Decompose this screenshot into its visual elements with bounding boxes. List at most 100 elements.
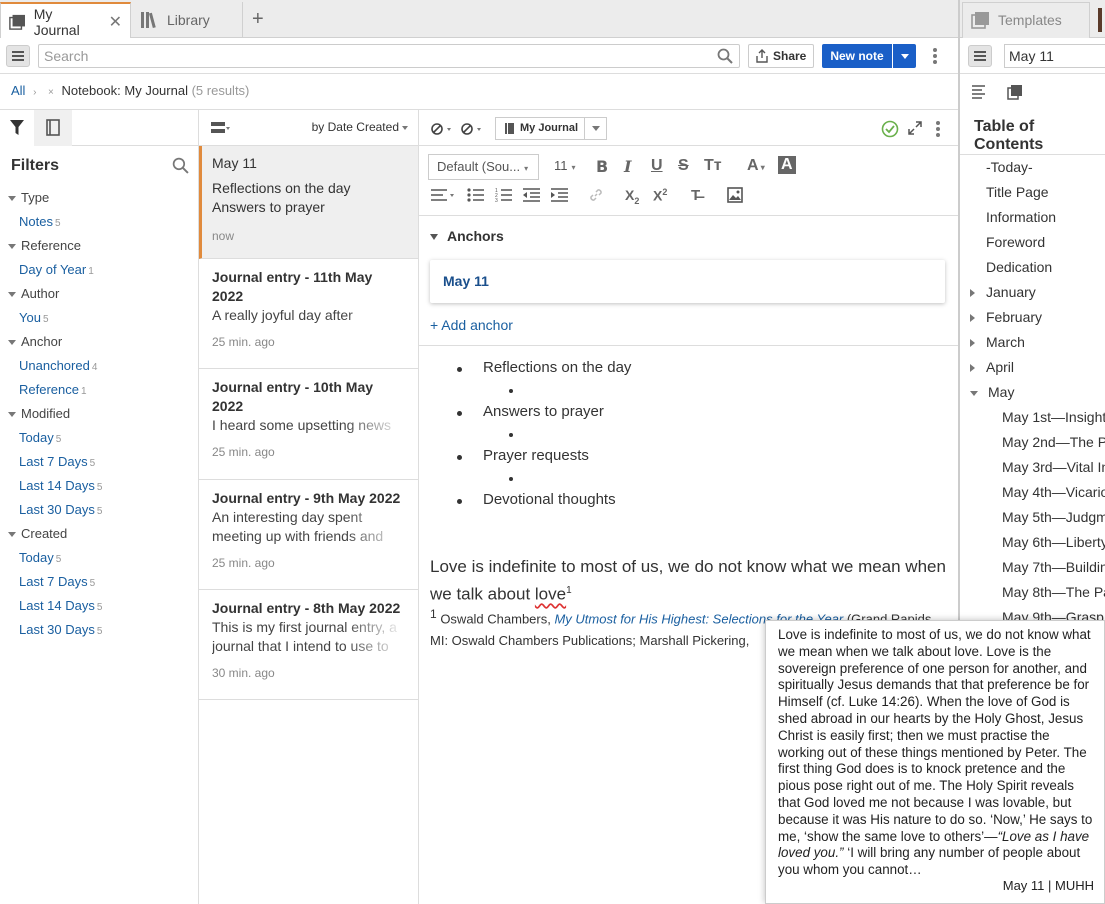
filter-group-reference[interactable]: Reference (0, 234, 199, 258)
toc-item[interactable]: May 1st—Insight N (960, 405, 1105, 430)
toc-item[interactable]: May 3rd—Vital Inte (960, 455, 1105, 480)
toc-item[interactable]: Dedication (960, 255, 1105, 280)
toc-item[interactable]: May 5th—Judgme (960, 505, 1105, 530)
align-icon[interactable] (431, 188, 457, 202)
no-style-icon[interactable] (461, 122, 483, 136)
underline-icon[interactable]: U (651, 157, 663, 175)
filter-item[interactable]: Notes 5 (0, 210, 199, 234)
chevron-down-icon[interactable] (584, 118, 606, 139)
outdent-icon[interactable] (523, 187, 541, 203)
tab-my-journal[interactable]: My Journal ✕ (0, 2, 131, 39)
menu-button[interactable] (6, 45, 30, 67)
new-note-button[interactable]: New note (822, 44, 892, 68)
toc-item[interactable]: May (960, 380, 1105, 405)
tab-library[interactable]: Library (132, 2, 243, 38)
font-color-icon[interactable]: A ▾ (747, 157, 765, 175)
image-icon[interactable] (727, 187, 743, 203)
highlight-color-icon[interactable]: A (778, 156, 796, 174)
add-anchor-link[interactable]: + Add anchor (430, 317, 513, 333)
add-tab-button[interactable]: + (252, 8, 264, 31)
filter-item[interactable]: Last 7 Days 5 (0, 450, 199, 474)
filter-item[interactable]: Last 7 Days 5 (0, 570, 199, 594)
toc-item[interactable]: May 2nd—The Pas (960, 430, 1105, 455)
no-highlight-icon[interactable] (431, 122, 453, 136)
toc-item[interactable]: May 6th—Liberty o (960, 530, 1105, 555)
editor-more-icon[interactable] (936, 121, 940, 139)
bullet-list-icon[interactable] (467, 187, 485, 203)
reading-select[interactable]: May 11 (1004, 44, 1105, 68)
filter-item[interactable]: Last 30 Days 5 (0, 498, 199, 522)
filter-item[interactable]: Today 5 (0, 426, 199, 450)
font-select[interactable]: Default (Sou... ▾ (428, 154, 539, 180)
toc-item[interactable]: May 7th—Building (960, 555, 1105, 580)
filter-item[interactable]: Last 14 Days 5 (0, 474, 199, 498)
filter-item[interactable]: Last 14 Days 5 (0, 594, 199, 618)
filter-item[interactable]: Unanchored 4 (0, 354, 199, 378)
right-menu-button[interactable] (968, 45, 992, 67)
close-tab-icon[interactable]: ✕ (109, 12, 122, 32)
footnote-ref[interactable]: 1 (566, 585, 572, 596)
toc-item[interactable]: April (960, 355, 1105, 380)
link-icon[interactable] (589, 188, 603, 202)
note-item-selected[interactable]: May 11 Reflections on the day Answers to… (199, 146, 418, 259)
filter-group-label: Created (21, 526, 68, 541)
notebook-tab[interactable] (34, 110, 72, 146)
breadcrumb-chevron-icon: › (33, 87, 37, 98)
note-item[interactable]: Journal entry - 9th May 2022 An interest… (199, 480, 418, 590)
toc-item[interactable]: Foreword (960, 230, 1105, 255)
toc-lines-icon[interactable] (972, 85, 986, 99)
filter-group-anchor[interactable]: Anchor (0, 330, 199, 354)
new-note-dropdown[interactable] (893, 44, 916, 68)
note-item[interactable]: Journal entry - 10th May 2022 I heard so… (199, 369, 418, 480)
filter-search-icon[interactable] (172, 157, 189, 174)
filter-group-type[interactable]: Type (0, 186, 199, 210)
share-button[interactable]: Share (748, 44, 814, 68)
toc-item[interactable]: February (960, 305, 1105, 330)
toc-item[interactable]: January (960, 280, 1105, 305)
footnote-popup[interactable]: Love is indefinite to most of us, we do … (765, 620, 1105, 904)
search-icon[interactable] (717, 48, 733, 64)
toc-item[interactable]: March (960, 330, 1105, 355)
search-input[interactable]: Search (38, 44, 740, 68)
notebook-select[interactable]: My Journal (495, 117, 607, 140)
filter-group-author[interactable]: Author (0, 282, 199, 306)
filter-item[interactable]: Day of Year 1 (0, 258, 199, 282)
expand-icon[interactable] (908, 121, 922, 135)
stack-icon[interactable] (1007, 84, 1023, 100)
filter-group-modified[interactable]: Modified (0, 402, 199, 426)
filter-item-label: Reference (19, 382, 79, 397)
filter-group-created[interactable]: Created (0, 522, 199, 546)
filter-item[interactable]: You 5 (0, 306, 199, 330)
filter-item[interactable]: Today 5 (0, 546, 199, 570)
indent-icon[interactable] (551, 187, 569, 203)
sort-dropdown[interactable]: by Date Created (312, 120, 408, 134)
superscript-icon[interactable]: X2 (653, 187, 667, 204)
popup-source[interactable]: May 11 | MUHH (1003, 878, 1094, 895)
more-options-icon[interactable] (933, 48, 937, 66)
anchor-card[interactable]: May 11 (430, 260, 945, 303)
toc-item[interactable]: May 8th—The Pati (960, 580, 1105, 605)
strikethrough-icon[interactable]: S (678, 157, 689, 175)
italic-icon[interactable]: I (624, 157, 631, 176)
subscript-icon[interactable]: X2 (625, 187, 639, 206)
tab-templates[interactable]: Templates (962, 2, 1090, 38)
filter-tab[interactable] (0, 110, 34, 146)
clear-format-icon[interactable]: T̶ (691, 187, 700, 204)
filter-item[interactable]: Reference 1 (0, 378, 199, 402)
bold-icon[interactable]: B (596, 157, 608, 176)
filter-item[interactable]: Last 30 Days 5 (0, 618, 199, 642)
breadcrumb-all[interactable]: All (11, 83, 25, 98)
remove-filter-icon[interactable]: × (48, 87, 54, 98)
book-cover-thumb[interactable] (1098, 8, 1102, 32)
anchors-toggle[interactable]: Anchors (430, 228, 504, 244)
view-mode-icon[interactable] (211, 121, 231, 135)
toc-item[interactable]: Title Page (960, 180, 1105, 205)
toc-item[interactable]: -Today- (960, 155, 1105, 180)
note-item[interactable]: Journal entry - 11th May 2022 A really j… (199, 259, 418, 369)
toc-item[interactable]: May 4th—Vicariou (960, 480, 1105, 505)
size-select[interactable]: 11 ▾ (548, 154, 583, 180)
numbered-list-icon[interactable]: 123 (495, 187, 513, 203)
toc-item[interactable]: Information (960, 205, 1105, 230)
note-item[interactable]: Journal entry - 8th May 2022 This is my … (199, 590, 418, 700)
text-case-icon[interactable]: Tт (704, 157, 722, 175)
